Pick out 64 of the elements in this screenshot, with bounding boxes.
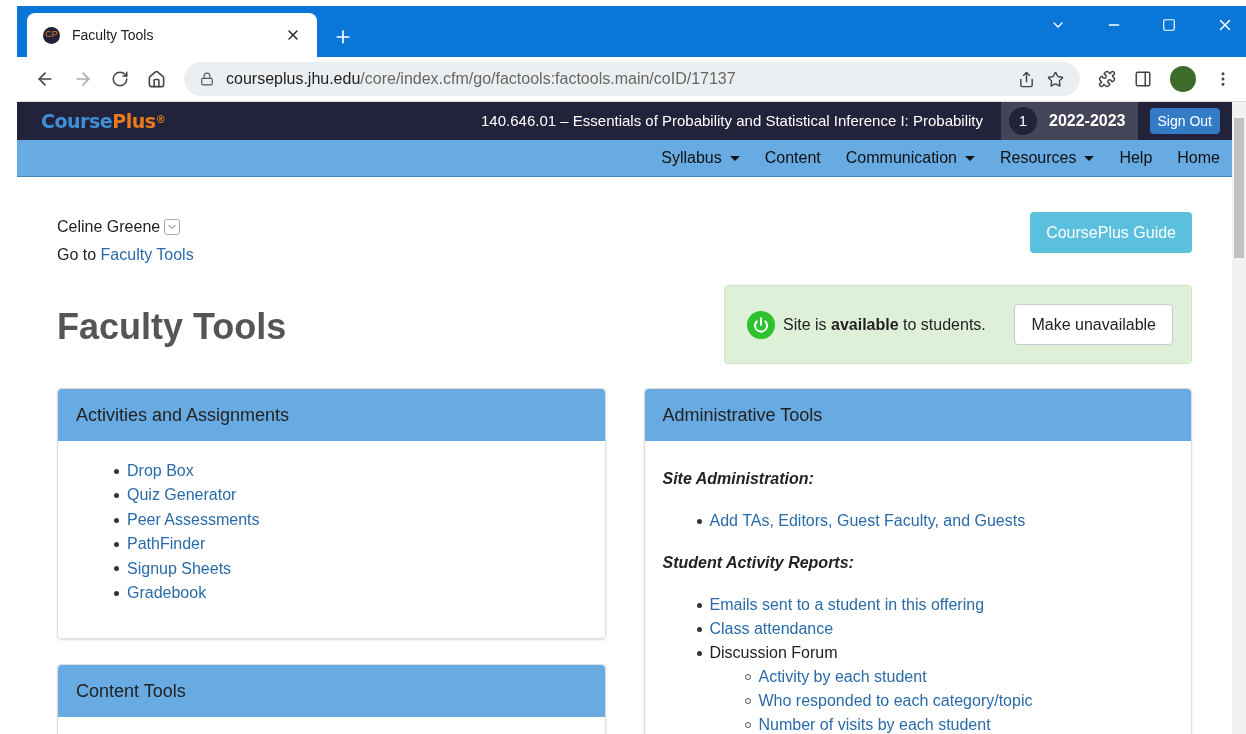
nav-link[interactable]: Content bbox=[764, 146, 821, 170]
user-name: Celine Greene bbox=[57, 217, 161, 237]
make-unavailable-button[interactable]: Make unavailable bbox=[1014, 304, 1173, 345]
tool-link[interactable]: PathFinder bbox=[127, 532, 206, 557]
report-link[interactable]: Activity by each student bbox=[758, 665, 927, 689]
favicon-icon: CP bbox=[43, 26, 60, 44]
report-link[interactable]: Who responded to each category/topic bbox=[758, 689, 1033, 713]
tool-link[interactable]: Drop Box bbox=[127, 459, 194, 484]
term-year: 2022-2023 bbox=[1049, 111, 1126, 131]
puzzle-icon[interactable] bbox=[1098, 70, 1116, 88]
bullet-icon bbox=[114, 468, 119, 474]
tab-title: Faculty Tools bbox=[72, 25, 155, 45]
bullet-icon bbox=[114, 566, 119, 572]
panel-title: Activities and Assignments bbox=[76, 403, 290, 427]
report-link[interactable]: Emails sent to a student in this offering bbox=[709, 593, 985, 617]
tool-link[interactable]: Peer Assessments bbox=[127, 507, 260, 533]
bullet-icon bbox=[114, 590, 119, 596]
report-link[interactable]: Add TAs, Editors, Guest Faculty, and Guests bbox=[709, 509, 1026, 533]
panel-title: Content Tools bbox=[76, 679, 186, 703]
share-icon[interactable] bbox=[1018, 70, 1035, 88]
goto-text: Go to Faculty Tools bbox=[57, 245, 194, 265]
section-heading: Student Activity Reports: bbox=[662, 553, 855, 573]
faculty-tools-link[interactable]: Faculty Tools bbox=[100, 246, 194, 263]
panel-title: Administrative Tools bbox=[662, 403, 823, 427]
tool-link[interactable]: Signup Sheets bbox=[127, 556, 232, 582]
reload-icon[interactable] bbox=[111, 70, 129, 88]
user-menu-toggle[interactable] bbox=[164, 219, 181, 235]
bullet-icon bbox=[696, 626, 702, 632]
site-logo[interactable]: CoursePlus$^{®}$ bbox=[41, 106, 166, 136]
availability-message: Site is available to students. bbox=[783, 314, 987, 335]
star-icon[interactable] bbox=[1047, 70, 1064, 88]
url-text: courseplus.jhu.edu/core/index.cfm/go/factools:factools.main/coID/17137 bbox=[226, 69, 737, 89]
course-title: 140.646.01 – Essentials of Probability and Statistical Inference I: Probability bbox=[481, 110, 984, 131]
bullet-icon bbox=[696, 650, 702, 656]
bullet-icon bbox=[696, 518, 702, 524]
nav-link[interactable]: Help bbox=[1119, 146, 1153, 170]
lock-icon bbox=[200, 72, 214, 86]
bullet-icon bbox=[114, 493, 119, 499]
nav-link[interactable]: Communication bbox=[845, 146, 975, 170]
tool-link[interactable]: Gradebook bbox=[127, 581, 207, 606]
tool-link[interactable]: Quiz Generator bbox=[127, 483, 237, 508]
profile-avatar[interactable] bbox=[1170, 66, 1196, 92]
term-number: 1 bbox=[1009, 107, 1037, 135]
side-panel-icon[interactable] bbox=[1134, 70, 1152, 88]
home-icon[interactable] bbox=[147, 69, 166, 89]
page-title: Faculty Tools bbox=[57, 305, 287, 349]
browser-tab[interactable]: CP Faculty Tools bbox=[27, 13, 317, 57]
nav-link[interactable]: Resources bbox=[999, 146, 1095, 170]
caret-icon bbox=[729, 155, 740, 161]
caret-icon bbox=[964, 155, 975, 161]
report-link[interactable]: Class attendance bbox=[709, 617, 834, 641]
section-heading: Site Administration: bbox=[662, 469, 815, 489]
maximize-icon[interactable] bbox=[1162, 18, 1176, 32]
sign-out-button[interactable]: Sign Out bbox=[1149, 108, 1220, 134]
bullet-icon bbox=[114, 541, 119, 547]
bullet-icon bbox=[696, 602, 702, 608]
bullet-icon bbox=[114, 517, 119, 523]
nav-link[interactable]: Home bbox=[1177, 146, 1220, 170]
address-bar[interactable]: courseplus.jhu.edu/core/index.cfm/go/factools:factools.main/coID/17137 bbox=[184, 62, 1080, 96]
report-link[interactable]: Number of visits by each student bbox=[758, 713, 991, 734]
caret-icon bbox=[1084, 155, 1095, 161]
scrollbar[interactable] bbox=[1232, 102, 1246, 734]
report-category: Discussion Forum bbox=[709, 643, 838, 663]
nav-link[interactable]: Syllabus bbox=[661, 146, 740, 170]
